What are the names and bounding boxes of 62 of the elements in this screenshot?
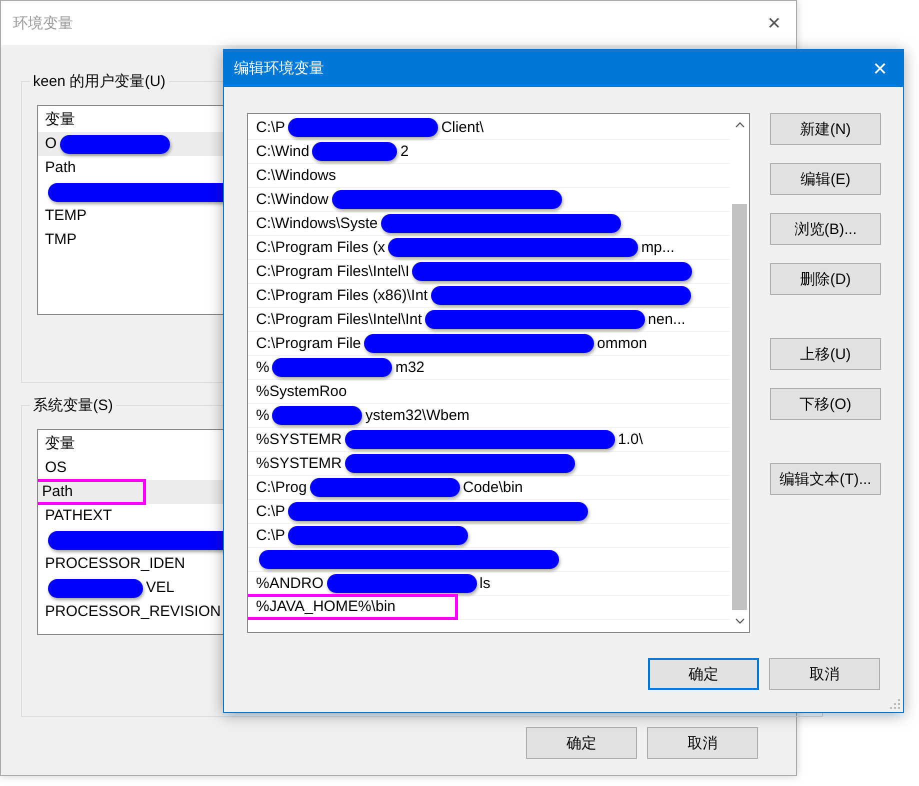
path-entry[interactable]: C:\Program Files\Intel\I — [256, 260, 410, 283]
dialog-button[interactable]: 取消 — [647, 727, 758, 759]
path-entry[interactable]: ystem32\Wbem — [365, 404, 470, 427]
scroll-down-icon[interactable] — [734, 618, 744, 624]
list-item[interactable]: Path — [45, 156, 76, 180]
side-button[interactable]: 删除(D) — [770, 263, 881, 295]
path-entry[interactable]: ommon — [597, 332, 648, 355]
dialog-button[interactable]: 确定 — [526, 727, 637, 759]
path-entry[interactable]: % — [256, 356, 270, 379]
list-item[interactable]: PATHEXT — [45, 504, 112, 528]
ok-button[interactable]: 确定 — [648, 658, 759, 690]
side-button[interactable]: 编辑文本(T)... — [770, 463, 881, 495]
path-entry[interactable]: C:\Window — [256, 188, 329, 211]
column-header: 变量 — [45, 434, 75, 454]
path-entry[interactable]: C:\Program Files (x — [256, 236, 386, 259]
side-button[interactable]: 新建(N) — [770, 113, 881, 145]
path-entry[interactable]: %SYSTEMR — [256, 428, 342, 451]
path-entry[interactable]: C:\P — [256, 116, 286, 139]
group-title: keen 的用户变量(U) — [30, 72, 169, 91]
side-button[interactable]: 上移(U) — [770, 338, 881, 370]
path-entry[interactable]: %ANDRO — [256, 572, 324, 595]
list-item[interactable]: O — [45, 132, 57, 156]
path-entry[interactable]: 2 — [400, 140, 409, 163]
list-item[interactable]: PROCESSOR_REVISION — [45, 600, 221, 624]
path-entry[interactable]: m32 — [395, 356, 425, 379]
path-entry[interactable]: C:\Windows — [256, 164, 336, 187]
list-item[interactable]: TEMP — [45, 204, 87, 228]
path-entry[interactable]: %JAVA_HOME%\bin — [248, 594, 458, 620]
path-entry[interactable]: 1.0\ — [618, 428, 643, 451]
path-entry[interactable]: C:\Program File — [256, 332, 362, 355]
side-button[interactable]: 浏览(B)... — [770, 213, 881, 245]
path-entry[interactable]: ls — [480, 572, 490, 595]
list-item[interactable]: VEL — [146, 576, 174, 600]
path-entry[interactable]: nen... — [648, 308, 686, 331]
path-entry[interactable]: Code\bin — [462, 476, 523, 499]
path-entry[interactable]: % — [256, 404, 270, 427]
path-entry[interactable]: C:\Wind — [256, 140, 310, 163]
path-entry[interactable]: %SystemRoo — [256, 380, 347, 403]
list-item[interactable]: Path — [38, 479, 146, 505]
path-entry[interactable]: C:\Windows\Syste — [256, 212, 378, 235]
cancel-button[interactable]: 取消 — [769, 658, 880, 690]
scroll-up-icon[interactable] — [734, 122, 744, 128]
path-entry[interactable]: %SYSTEMR — [256, 452, 342, 475]
side-button[interactable]: 编辑(E) — [770, 163, 881, 195]
close-button[interactable]: ✕ — [752, 1, 796, 45]
side-button[interactable]: 下移(O) — [770, 388, 881, 420]
window-title: 编辑环境变量 — [234, 59, 324, 78]
path-entry[interactable]: C:\Program Files (x86)\Int — [256, 284, 428, 307]
group-title: 系统变量(S) — [30, 396, 116, 415]
window-title: 环境变量 — [13, 14, 73, 32]
list-item[interactable]: OS — [45, 456, 67, 480]
list-item[interactable]: PROCESSOR_IDEN — [45, 552, 186, 576]
path-entry[interactable]: Client\ — [441, 116, 484, 139]
path-entry[interactable]: C:\P — [256, 524, 286, 547]
path-entry[interactable]: C:\Program Files\Intel\Int — [256, 308, 422, 331]
path-entry[interactable]: C:\Prog — [256, 476, 307, 499]
resize-grip-icon[interactable] — [889, 698, 901, 710]
column-header: 变量 — [45, 110, 75, 130]
path-entry[interactable]: C:\P — [256, 500, 286, 523]
close-button[interactable]: ✕ — [857, 50, 903, 87]
list-item[interactable]: TMP — [45, 228, 77, 252]
path-entry[interactable]: mp... — [641, 236, 675, 259]
